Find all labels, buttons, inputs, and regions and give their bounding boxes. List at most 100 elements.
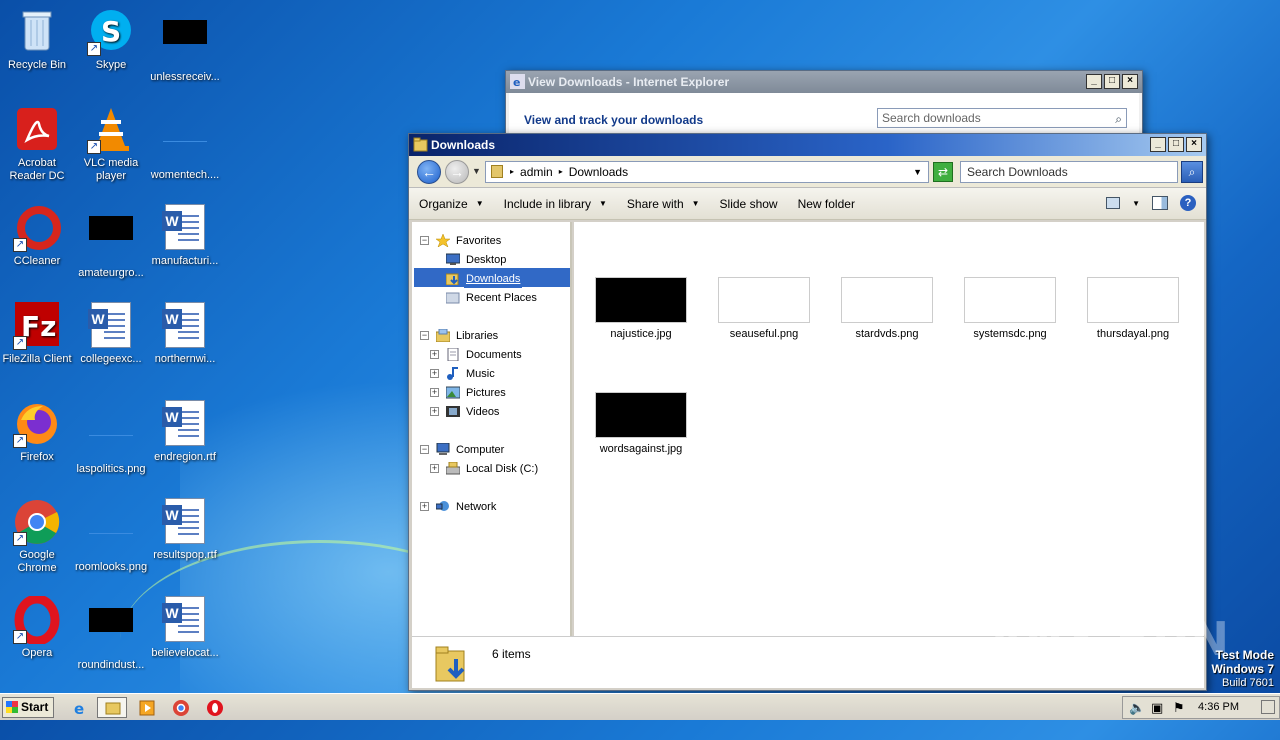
desktop-file-unlessreceiv[interactable]: unlessreceiv... xyxy=(148,8,222,84)
nav-label: Desktop xyxy=(466,254,507,266)
expand-icon[interactable]: + xyxy=(430,369,439,378)
explorer-window[interactable]: Downloads _ □ × ← → ▼ ▸ admin ▸ Download… xyxy=(408,133,1207,691)
clock[interactable]: 4:36 PM xyxy=(1198,701,1239,713)
organize-button[interactable]: Organize ▼ xyxy=(419,197,484,211)
network-tray-icon[interactable]: ▣ xyxy=(1151,700,1163,716)
taskbar-media-player[interactable] xyxy=(131,697,161,718)
desktop-file-roomlooks[interactable]: roomlooks.png xyxy=(74,498,148,574)
file-item[interactable]: stardvds.png xyxy=(832,277,942,340)
desktop-file-manufacturi[interactable]: W manufacturi... xyxy=(148,204,222,268)
collapse-icon[interactable]: − xyxy=(420,236,429,245)
minimize-button[interactable]: _ xyxy=(1086,74,1102,89)
desktop-file-collegeexc[interactable]: W collegeexc... xyxy=(74,302,148,366)
address-box[interactable]: ▸ admin ▸ Downloads ▼ xyxy=(485,161,929,183)
change-view-icon[interactable] xyxy=(1106,197,1121,209)
volume-icon[interactable]: 🔈 xyxy=(1129,700,1145,716)
taskbar-opera[interactable] xyxy=(199,697,229,718)
minimize-button[interactable]: _ xyxy=(1150,137,1166,152)
forward-arrow-icon[interactable]: → xyxy=(445,160,469,184)
breadcrumb-chevron-icon[interactable]: ▸ xyxy=(559,162,563,182)
downloads-folder-icon xyxy=(445,272,460,286)
expand-icon[interactable]: + xyxy=(430,350,439,359)
close-button[interactable]: × xyxy=(1122,74,1138,89)
windows-logo-icon xyxy=(6,701,18,713)
collapse-icon[interactable]: − xyxy=(420,445,429,454)
search-downloads-input[interactable]: Search downloads ⌕ xyxy=(877,108,1127,128)
expand-icon[interactable]: + xyxy=(430,407,439,416)
desktop-icon-vlc[interactable]: ↗ VLC media player xyxy=(74,106,148,183)
recent-places-icon xyxy=(445,291,460,304)
opera-icon: ↗ xyxy=(13,594,61,646)
file-name: wordsagainst.jpg xyxy=(599,443,683,455)
desktop-file-womentech[interactable]: womentech.... xyxy=(148,106,222,182)
collapse-icon[interactable]: − xyxy=(420,331,429,340)
desktop-icon-recycle-bin[interactable]: Recycle Bin xyxy=(0,8,74,72)
recent-pages-chevron-icon[interactable]: ▼ xyxy=(472,166,481,176)
new-folder-button[interactable]: New folder xyxy=(798,197,855,211)
desktop-icon-label: amateurgro... xyxy=(78,267,144,279)
flag-icon[interactable]: ⚑ xyxy=(1173,700,1185,716)
expand-icon[interactable]: + xyxy=(420,502,429,511)
item-count: 6 items xyxy=(492,647,531,661)
desktop-file-endregion[interactable]: W endregion.rtf xyxy=(148,400,222,464)
image-thumbnail-icon xyxy=(87,216,135,264)
desktop-icon-label: CCleaner xyxy=(13,255,61,267)
maximize-button[interactable]: □ xyxy=(1168,137,1184,152)
desktop-file-amateurgro[interactable]: amateurgro... xyxy=(74,204,148,280)
breadcrumb-downloads[interactable]: Downloads xyxy=(569,162,628,182)
explorer-titlebar[interactable]: Downloads _ □ × xyxy=(409,134,1206,156)
desktop-icon-label: Skype xyxy=(95,59,127,71)
downloads-heading: View and track your downloads xyxy=(524,113,704,127)
chrome-icon: ↗ xyxy=(13,498,61,546)
file-item[interactable]: systemsdc.png xyxy=(955,277,1065,340)
share-with-button[interactable]: Share with ▼ xyxy=(627,197,700,211)
refresh-icon[interactable]: ⇄ xyxy=(933,162,953,182)
file-item[interactable]: seauseful.png xyxy=(709,277,819,340)
breadcrumb-admin[interactable]: admin xyxy=(520,162,553,182)
desktop-icon-filezilla[interactable]: Fz ↗ FileZilla Client xyxy=(0,302,74,366)
taskbar-chrome[interactable] xyxy=(165,697,195,718)
maximize-button[interactable]: □ xyxy=(1104,74,1120,89)
preview-pane-icon[interactable] xyxy=(1152,196,1168,210)
navigation-pane[interactable]: − Favorites Desktop Downloads Recent Pla… xyxy=(412,222,572,636)
file-item[interactable]: najustice.jpg xyxy=(586,277,696,340)
opera-icon xyxy=(207,700,223,716)
desktop-file-roundindust[interactable]: roundindust... xyxy=(74,596,148,672)
taskbar-explorer[interactable] xyxy=(97,697,127,718)
file-item[interactable]: thursdayal.png xyxy=(1078,277,1188,340)
desktop-icon-chrome[interactable]: ↗ Google Chrome xyxy=(0,498,74,575)
ie-titlebar[interactable]: e View Downloads - Internet Explorer _ □… xyxy=(506,71,1142,93)
desktop-icon-firefox[interactable]: ↗ Firefox xyxy=(0,400,74,464)
desktop-file-resultspop[interactable]: W resultspop.rtf xyxy=(148,498,222,562)
desktop-icon-ccleaner[interactable]: ↗ CCleaner xyxy=(0,204,74,268)
chevron-down-icon[interactable]: ▼ xyxy=(1132,199,1140,208)
hard-disk-icon xyxy=(445,461,461,475)
expand-icon[interactable]: + xyxy=(430,388,439,397)
desktop-icon-acrobat[interactable]: Acrobat Reader DC xyxy=(0,106,74,183)
desktop-file-northernwi[interactable]: W northernwi... xyxy=(148,302,222,366)
file-name: stardvds.png xyxy=(855,328,919,340)
desktop-icon-opera[interactable]: ↗ Opera xyxy=(0,594,74,660)
search-icon[interactable]: ⌕ xyxy=(1115,110,1122,128)
include-in-library-button[interactable]: Include in library ▼ xyxy=(504,197,607,211)
desktop-file-laspolitics[interactable]: laspolitics.png xyxy=(74,400,148,476)
back-arrow-icon[interactable]: ← xyxy=(417,160,441,184)
show-desktop-button[interactable] xyxy=(1261,700,1275,714)
desktop-icon-skype[interactable]: S ↗ Skype xyxy=(74,8,148,72)
chevron-down-icon[interactable]: ▼ xyxy=(913,162,922,182)
desktop-file-believelocat[interactable]: W believelocat... xyxy=(148,596,222,660)
file-list-pane[interactable]: najustice.jpg seauseful.png stardvds.png… xyxy=(574,222,1204,636)
taskbar-ie[interactable]: e xyxy=(64,697,94,718)
star-icon xyxy=(435,233,451,248)
help-icon[interactable]: ? xyxy=(1180,195,1196,211)
start-button[interactable]: Start xyxy=(2,697,54,718)
shortcut-arrow-icon: ↗ xyxy=(13,336,27,350)
expand-icon[interactable]: + xyxy=(430,464,439,473)
file-item[interactable]: wordsagainst.jpg xyxy=(586,392,696,455)
close-button[interactable]: × xyxy=(1186,137,1202,152)
ccleaner-icon: ↗ xyxy=(13,204,61,252)
search-icon[interactable]: ⌕ xyxy=(1181,161,1203,183)
search-downloads-field[interactable]: Search Downloads xyxy=(960,161,1178,183)
breadcrumb-chevron-icon[interactable]: ▸ xyxy=(510,162,514,182)
slide-show-button[interactable]: Slide show xyxy=(720,197,778,211)
